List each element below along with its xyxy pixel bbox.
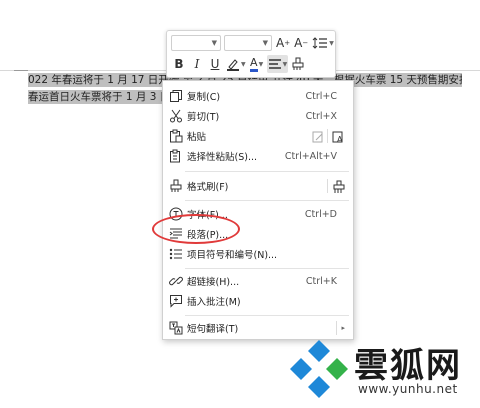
paste-text-only-icon[interactable]: A bbox=[331, 129, 345, 144]
menu-item-shortcut: Ctrl+X bbox=[305, 110, 337, 122]
bold-button[interactable]: B bbox=[171, 55, 187, 73]
menu-item-paste[interactable]: 粘贴 A bbox=[163, 126, 353, 146]
font-color-icon: A bbox=[250, 56, 258, 72]
menu-separator bbox=[185, 315, 349, 316]
svg-text:A: A bbox=[337, 135, 343, 144]
menu-item-label: 粘贴 bbox=[187, 132, 207, 143]
menu-item-label: 剪切(T) bbox=[187, 112, 220, 123]
toolbar-row-top: ▼ ▼ A + A − ▼ bbox=[171, 33, 337, 53]
menu-item-label: 超链接(H)... bbox=[187, 277, 240, 288]
shrink-font-icon: A bbox=[294, 36, 303, 50]
page-corner-mark bbox=[14, 70, 28, 71]
format-painter-icon bbox=[292, 57, 304, 70]
menu-item-hyperlink[interactable]: 超链接(H)... Ctrl+K bbox=[163, 271, 353, 291]
paste-special-icon bbox=[169, 149, 183, 163]
align-button[interactable]: ▼ bbox=[266, 55, 289, 73]
menu-separator-vertical bbox=[327, 129, 328, 143]
grow-font-icon: A bbox=[276, 36, 285, 50]
format-painter-multi-icon[interactable] bbox=[331, 179, 345, 193]
line-spacing-icon bbox=[312, 37, 328, 49]
menu-separator bbox=[185, 268, 349, 269]
shrink-font-button[interactable]: A − bbox=[293, 34, 309, 52]
watermark-name: 雲狐网 bbox=[354, 346, 462, 386]
font-color-button[interactable]: A ▼ bbox=[249, 55, 265, 73]
menu-item-format-painter[interactable]: 格式刷(F) bbox=[163, 176, 353, 196]
menu-item-shortcut: Ctrl+C bbox=[305, 90, 338, 102]
translate-icon bbox=[169, 321, 183, 335]
align-left-icon bbox=[268, 59, 281, 69]
chevron-down-icon: ▼ bbox=[282, 60, 288, 68]
menu-item-label: 短句翻译(T) bbox=[187, 324, 239, 335]
menu-item-bullets-numbering[interactable]: 项目符号和编号(N)... bbox=[163, 244, 353, 264]
format-painter-icon bbox=[169, 179, 183, 193]
line-spacing-button[interactable]: ▼ bbox=[311, 34, 335, 52]
highlighter-icon bbox=[227, 59, 239, 71]
underline-button[interactable]: U bbox=[207, 55, 223, 73]
chevron-down-icon: ▼ bbox=[258, 60, 264, 68]
menu-item-paste-special[interactable]: 选择性粘贴(S)... Ctrl+Alt+V bbox=[163, 146, 353, 166]
annotation-circle bbox=[152, 214, 240, 244]
menu-separator-vertical bbox=[336, 321, 337, 335]
menu-item-copy[interactable]: 复制(C) Ctrl+C bbox=[163, 86, 353, 106]
italic-button[interactable]: I bbox=[189, 55, 205, 73]
menu-item-label: 格式刷(F) bbox=[187, 182, 229, 193]
menu-item-insert-comment[interactable]: 插入批注(M) bbox=[163, 291, 353, 311]
font-name-combo[interactable]: ▼ bbox=[171, 35, 221, 51]
menu-separator bbox=[185, 200, 349, 201]
document-text-line-2[interactable]: 春运首日火车票将于 1 月 3 日开 bbox=[28, 90, 174, 104]
menu-separator-vertical bbox=[327, 179, 328, 193]
comment-icon bbox=[169, 294, 183, 308]
chevron-down-icon: ▼ bbox=[262, 39, 268, 47]
chevron-down-icon: ▼ bbox=[329, 39, 334, 47]
paste-icon bbox=[169, 129, 183, 143]
watermark-logo-icon bbox=[290, 340, 348, 398]
chevron-right-icon[interactable]: ▸ bbox=[341, 324, 345, 332]
menu-item-label: 项目符号和编号(N)... bbox=[187, 250, 278, 261]
menu-item-cut[interactable]: 剪切(T) Ctrl+X bbox=[163, 106, 353, 126]
menu-item-label: 复制(C) bbox=[187, 92, 221, 103]
scissors-icon bbox=[169, 109, 183, 123]
menu-item-shortcut: Ctrl+K bbox=[305, 275, 337, 287]
menu-item-shortcut: Ctrl+D bbox=[304, 208, 337, 220]
font-size-combo[interactable]: ▼ bbox=[224, 35, 272, 51]
menu-item-translate[interactable]: 短句翻译(T) ▸ bbox=[163, 318, 353, 338]
chevron-down-icon: ▼ bbox=[211, 39, 217, 47]
menu-item-shortcut: Ctrl+Alt+V bbox=[284, 150, 337, 162]
copy-icon bbox=[169, 89, 183, 103]
format-painter-button[interactable] bbox=[290, 55, 306, 73]
menu-item-label: 选择性粘贴(S)... bbox=[187, 152, 258, 163]
chevron-down-icon: ▼ bbox=[241, 60, 246, 68]
grow-font-button[interactable]: A + bbox=[275, 34, 291, 52]
mini-format-toolbar: ▼ ▼ A + A − ▼ B I U ▼ A ▼ ▼ bbox=[166, 30, 336, 78]
bullet-list-icon bbox=[169, 247, 183, 261]
link-icon bbox=[169, 274, 183, 288]
toolbar-row-bottom: B I U ▼ A ▼ ▼ bbox=[171, 54, 308, 74]
menu-separator bbox=[185, 171, 349, 172]
paste-keep-format-icon[interactable] bbox=[311, 129, 325, 143]
context-menu: 复制(C) Ctrl+C 剪切(T) Ctrl+X 粘贴 A 选择性粘贴(S).… bbox=[162, 80, 354, 340]
watermark-url: www.yunhu.net bbox=[358, 382, 458, 396]
highlight-button[interactable]: ▼ bbox=[225, 55, 247, 73]
menu-item-label: 插入批注(M) bbox=[187, 297, 241, 308]
